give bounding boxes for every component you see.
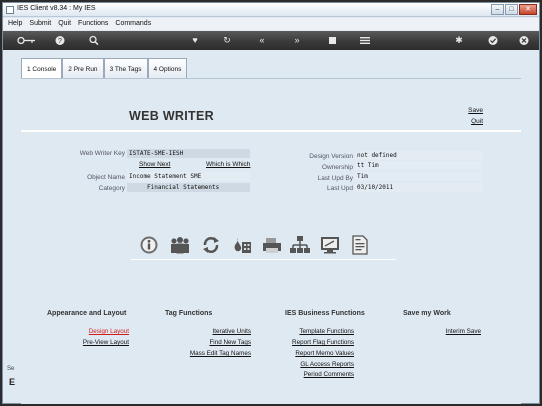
design-version-label: Design Version bbox=[309, 153, 353, 160]
title-bar: IES Client v8.34 : My IES – □ ✕ bbox=[3, 3, 539, 17]
window-controls: – □ ✕ bbox=[490, 4, 537, 15]
quit-link[interactable]: Quit bbox=[471, 118, 483, 125]
last-upd-by-label: Last Upd By bbox=[317, 175, 353, 182]
last-upd-label: Last Upd bbox=[326, 185, 353, 192]
hierarchy-icon[interactable] bbox=[289, 234, 310, 256]
refresh-icon[interactable]: ↻ bbox=[220, 35, 234, 46]
maximize-button[interactable]: □ bbox=[505, 4, 518, 15]
find-new-tags-link[interactable]: Find New Tags bbox=[171, 339, 251, 346]
document-icon[interactable] bbox=[349, 234, 369, 256]
report-flag-functions-link[interactable]: Report Flag Functions bbox=[274, 339, 354, 346]
ies-business-functions-heading: IES Business Functions bbox=[285, 310, 365, 317]
tab-console[interactable]: 1 Console bbox=[21, 58, 63, 79]
sync-icon[interactable] bbox=[201, 234, 221, 256]
which-is-which-link[interactable]: Which is Which bbox=[206, 161, 250, 168]
app-icon bbox=[6, 6, 14, 14]
function-icon-row bbox=[131, 234, 391, 262]
search-icon[interactable] bbox=[87, 35, 101, 46]
tab-bar: 1 Console 2 Pre Run 3 The Tags 4 Options bbox=[21, 58, 188, 79]
settings-icon[interactable]: ✱ bbox=[452, 35, 466, 46]
design-layout-link[interactable]: Design Layout bbox=[59, 328, 129, 335]
ownership-field[interactable]: tt Tim bbox=[355, 161, 483, 170]
last-upd-field[interactable]: 03/10/2011 bbox=[355, 183, 483, 192]
save-my-work-heading: Save my Work bbox=[403, 310, 451, 317]
tab-the-tags[interactable]: 3 The Tags bbox=[103, 58, 148, 79]
object-name-label: Object Name bbox=[87, 174, 125, 181]
iterative-units-link[interactable]: Iterative Units bbox=[171, 328, 252, 335]
menu-submit[interactable]: Submit bbox=[29, 18, 51, 30]
pre-view-layout-link[interactable]: Pre-View Layout bbox=[59, 339, 129, 346]
side-text: Se bbox=[7, 366, 15, 372]
minimize-button[interactable]: – bbox=[491, 4, 504, 15]
tab-options[interactable]: 4 Options bbox=[147, 58, 188, 79]
menu-bar: Help Submit Quit Functions Commands bbox=[3, 18, 539, 30]
web-writer-key-field[interactable]: ISTATE-SME-IESH bbox=[127, 149, 250, 158]
icon-divider bbox=[131, 259, 396, 260]
users-icon[interactable] bbox=[169, 234, 189, 256]
period-comments-link[interactable]: Period Comments bbox=[274, 371, 354, 378]
monitor-icon[interactable] bbox=[319, 234, 339, 256]
ownership-label: Ownership bbox=[321, 164, 353, 171]
tag-functions-heading: Tag Functions bbox=[165, 310, 213, 317]
check-icon[interactable] bbox=[486, 35, 500, 46]
report-memo-values-link[interactable]: Report Memo Values bbox=[274, 350, 354, 357]
title-divider bbox=[21, 130, 521, 132]
rewind-icon[interactable]: « bbox=[255, 35, 269, 46]
menu-commands[interactable]: Commands bbox=[115, 18, 151, 30]
info-icon[interactable] bbox=[139, 234, 159, 256]
console-panel: WEB WRITER Save Quit Web Writer Key ISTA… bbox=[21, 78, 521, 404]
print-icon[interactable] bbox=[261, 234, 281, 256]
forward-icon[interactable]: » bbox=[290, 35, 304, 46]
object-name-field[interactable]: Income Statement SME bbox=[127, 172, 250, 181]
last-upd-by-field[interactable]: Tim bbox=[355, 172, 483, 181]
design-version-field[interactable]: not defined bbox=[355, 151, 483, 160]
window-title: IES Client v8.34 : My IES bbox=[17, 5, 96, 12]
web-writer-key-label: Web Writer Key bbox=[79, 150, 125, 157]
toolbar: ? ♥ ↻ « » ✱ bbox=[3, 31, 539, 50]
menu-quit[interactable]: Quit bbox=[58, 18, 71, 30]
help-icon[interactable]: ? bbox=[53, 35, 67, 46]
interim-save-link[interactable]: Interim Save bbox=[401, 328, 481, 335]
close-window-button[interactable]: ✕ bbox=[519, 4, 537, 15]
side-letter: E bbox=[9, 377, 16, 387]
fire-building-icon[interactable] bbox=[231, 234, 251, 256]
close-icon[interactable] bbox=[517, 35, 531, 46]
menu-functions[interactable]: Functions bbox=[78, 18, 108, 30]
category-label: Category bbox=[98, 185, 125, 192]
key-icon[interactable] bbox=[17, 35, 37, 46]
show-next-link[interactable]: Show Next bbox=[139, 161, 170, 168]
tab-pre-run[interactable]: 2 Pre Run bbox=[62, 58, 104, 79]
category-field[interactable]: Financial Statements bbox=[127, 183, 250, 192]
stop-icon[interactable] bbox=[325, 35, 339, 46]
save-link[interactable]: Save bbox=[468, 107, 483, 114]
page-title: WEB WRITER bbox=[129, 109, 214, 123]
heart-icon[interactable]: ♥ bbox=[188, 35, 202, 46]
mass-edit-tag-names-link[interactable]: Mass Edit Tag Names bbox=[171, 350, 251, 357]
appearance-layout-heading: Appearance and Layout bbox=[47, 310, 127, 317]
app-window: IES Client v8.34 : My IES – □ ✕ Help Sub… bbox=[2, 2, 540, 404]
template-functions-link[interactable]: Template Functions bbox=[274, 328, 354, 335]
menu-help[interactable]: Help bbox=[8, 18, 22, 30]
menu-icon[interactable] bbox=[358, 35, 372, 46]
svg-text:?: ? bbox=[58, 38, 62, 45]
gl-access-reports-link[interactable]: GL Access Reports bbox=[274, 361, 354, 368]
